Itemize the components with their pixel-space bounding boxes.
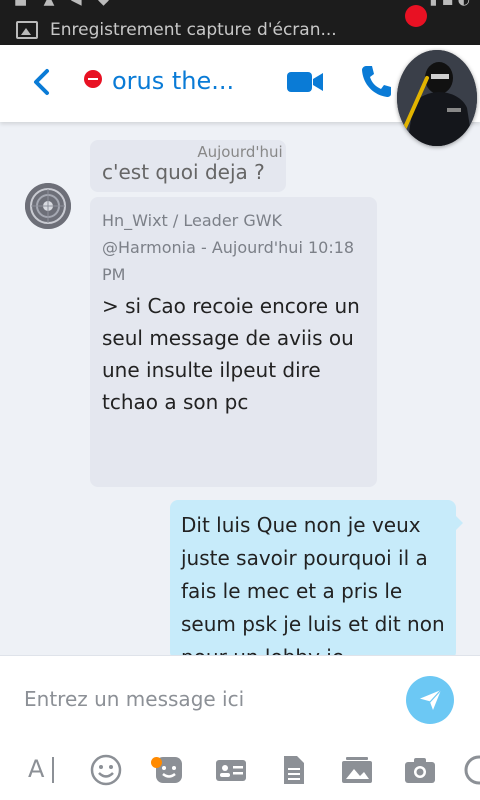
previous-message-text: c'est quoi deja ? bbox=[102, 160, 265, 184]
phone-icon bbox=[362, 66, 391, 97]
date-separator: Aujourd'hui bbox=[197, 143, 283, 161]
send-button[interactable] bbox=[406, 676, 454, 724]
contact-card-icon bbox=[216, 760, 246, 781]
emoji-icon bbox=[90, 754, 122, 786]
send-arrow-icon bbox=[418, 689, 442, 710]
incoming-message-bubble[interactable]: Hn_Wixt / Leader GWK @Harmonia - Aujourd… bbox=[90, 197, 377, 487]
cursor-icon bbox=[52, 757, 54, 783]
outgoing-message-text: Dit luis Que non je veux juste savoir po… bbox=[181, 513, 445, 660]
status-right-icons: ▮ ◼ ◐ bbox=[429, 0, 470, 8]
busy-status-icon bbox=[84, 70, 102, 88]
bubble-tail bbox=[455, 515, 463, 531]
quote-author: Hn_Wixt / Leader GWK bbox=[102, 211, 283, 230]
new-indicator-dot bbox=[151, 757, 162, 768]
quote-text: > si Cao recoie encore un seul message d… bbox=[102, 294, 360, 414]
contact-name[interactable]: orus the... bbox=[112, 67, 234, 95]
media-button[interactable] bbox=[340, 753, 374, 787]
more-icon bbox=[464, 755, 480, 785]
notification-text: Enregistrement capture d'écran... bbox=[50, 20, 337, 40]
emoji-button[interactable] bbox=[89, 753, 123, 787]
file-button[interactable] bbox=[276, 753, 310, 787]
message-composer: A bbox=[0, 655, 480, 800]
notification-badge bbox=[405, 5, 427, 27]
avatar-image-icon bbox=[25, 183, 71, 229]
media-icon bbox=[342, 757, 372, 783]
chevron-left-icon bbox=[34, 69, 49, 95]
person-photo-icon bbox=[397, 50, 477, 146]
file-icon bbox=[284, 756, 304, 784]
floating-chat-head-avatar[interactable] bbox=[397, 50, 477, 146]
camera-icon bbox=[405, 758, 435, 783]
voice-call-button[interactable] bbox=[360, 64, 392, 98]
message-input[interactable] bbox=[24, 681, 384, 717]
quote-source: @Harmonia - Aujourd'hui 10:18 PM bbox=[102, 238, 355, 284]
text-format-icon: A bbox=[28, 755, 45, 783]
contact-card-button[interactable] bbox=[214, 753, 248, 787]
video-camera-icon bbox=[287, 72, 323, 92]
sender-avatar[interactable] bbox=[25, 183, 71, 229]
status-icons: ■ ▲ ◀ ◆ bbox=[14, 0, 115, 8]
quote-header: Hn_Wixt / Leader GWK @Harmonia - Aujourd… bbox=[102, 207, 367, 288]
camera-button[interactable] bbox=[403, 753, 437, 787]
video-call-button[interactable] bbox=[286, 69, 324, 95]
image-icon bbox=[16, 21, 38, 39]
more-button[interactable] bbox=[462, 753, 480, 787]
text-format-button[interactable]: A bbox=[28, 753, 62, 787]
back-button[interactable] bbox=[28, 65, 56, 99]
outgoing-message-bubble[interactable]: Dit luis Que non je veux juste savoir po… bbox=[170, 500, 456, 660]
